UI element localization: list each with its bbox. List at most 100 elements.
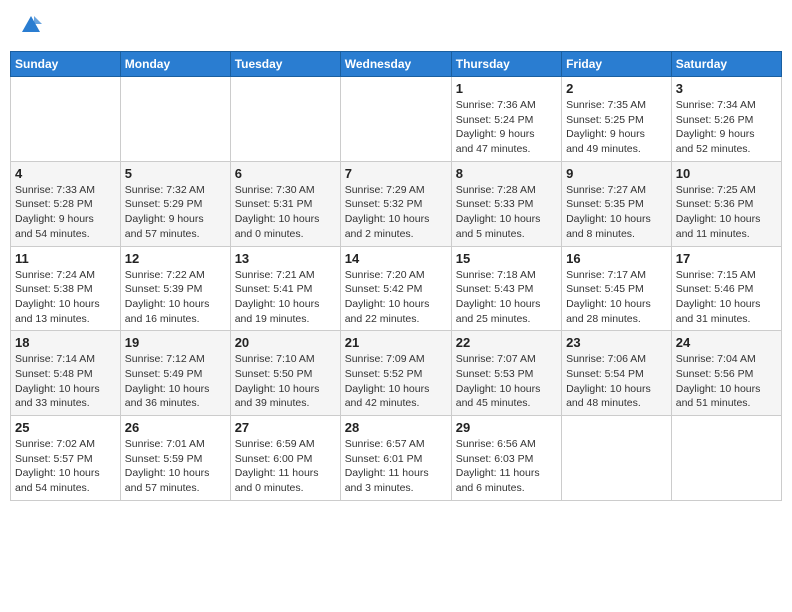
day-number: 3 — [676, 81, 777, 96]
calendar-cell: 16 Sunrise: 7:17 AM Sunset: 5:45 PM Dayli… — [562, 246, 672, 331]
calendar-cell: 19 Sunrise: 7:12 AM Sunset: 5:49 PM Dayli… — [120, 331, 230, 416]
calendar-cell — [120, 77, 230, 162]
calendar-cell: 9 Sunrise: 7:27 AM Sunset: 5:35 PM Daylig… — [562, 161, 672, 246]
calendar-cell: 18 Sunrise: 7:14 AM Sunset: 5:48 PM Dayli… — [11, 331, 121, 416]
day-number: 7 — [345, 166, 447, 181]
calendar-cell — [11, 77, 121, 162]
day-info: Sunrise: 7:18 AM Sunset: 5:43 PM Dayligh… — [456, 268, 557, 327]
day-info: Sunrise: 7:30 AM Sunset: 5:31 PM Dayligh… — [235, 183, 336, 242]
day-number: 18 — [15, 335, 116, 350]
day-info: Sunrise: 7:22 AM Sunset: 5:39 PM Dayligh… — [125, 268, 226, 327]
day-info: Sunrise: 7:09 AM Sunset: 5:52 PM Dayligh… — [345, 352, 447, 411]
weekday-header-friday: Friday — [562, 52, 672, 77]
day-info: Sunrise: 7:12 AM Sunset: 5:49 PM Dayligh… — [125, 352, 226, 411]
day-info: Sunrise: 7:24 AM Sunset: 5:38 PM Dayligh… — [15, 268, 116, 327]
day-number: 4 — [15, 166, 116, 181]
calendar-cell: 11 Sunrise: 7:24 AM Sunset: 5:38 PM Dayli… — [11, 246, 121, 331]
day-number: 1 — [456, 81, 557, 96]
day-info: Sunrise: 7:33 AM Sunset: 5:28 PM Dayligh… — [15, 183, 116, 242]
calendar-cell — [230, 77, 340, 162]
day-number: 5 — [125, 166, 226, 181]
day-info: Sunrise: 7:10 AM Sunset: 5:50 PM Dayligh… — [235, 352, 336, 411]
day-number: 16 — [566, 251, 667, 266]
day-info: Sunrise: 7:15 AM Sunset: 5:46 PM Dayligh… — [676, 268, 777, 327]
logo — [18, 14, 44, 41]
calendar-cell — [671, 416, 781, 501]
day-number: 12 — [125, 251, 226, 266]
calendar-cell: 28 Sunrise: 6:57 AM Sunset: 6:01 PM Dayli… — [340, 416, 451, 501]
day-info: Sunrise: 7:25 AM Sunset: 5:36 PM Dayligh… — [676, 183, 777, 242]
day-number: 2 — [566, 81, 667, 96]
day-info: Sunrise: 7:20 AM Sunset: 5:42 PM Dayligh… — [345, 268, 447, 327]
day-number: 26 — [125, 420, 226, 435]
calendar-cell: 27Sunrise: 6:59 AM Sunset: 6:00 PM Dayli… — [230, 416, 340, 501]
day-number: 11 — [15, 251, 116, 266]
calendar-cell: 29 Sunrise: 6:56 AM Sunset: 6:03 PM Dayli… — [451, 416, 561, 501]
weekday-header-monday: Monday — [120, 52, 230, 77]
day-number: 14 — [345, 251, 447, 266]
day-info: Sunrise: 7:04 AM Sunset: 5:56 PM Dayligh… — [676, 352, 777, 411]
day-info: Sunrise: 7:35 AM Sunset: 5:25 PM Dayligh… — [566, 98, 667, 157]
calendar-cell: 8 Sunrise: 7:28 AM Sunset: 5:33 PM Daylig… — [451, 161, 561, 246]
calendar: SundayMondayTuesdayWednesdayThursdayFrid… — [10, 51, 782, 501]
calendar-cell: 7 Sunrise: 7:29 AM Sunset: 5:32 PM Daylig… — [340, 161, 451, 246]
weekday-header-sunday: Sunday — [11, 52, 121, 77]
day-info: Sunrise: 7:27 AM Sunset: 5:35 PM Dayligh… — [566, 183, 667, 242]
day-info: Sunrise: 7:02 AM Sunset: 5:57 PM Dayligh… — [15, 437, 116, 496]
weekday-header-tuesday: Tuesday — [230, 52, 340, 77]
calendar-cell: 24 Sunrise: 7:04 AM Sunset: 5:56 PM Dayli… — [671, 331, 781, 416]
calendar-cell — [340, 77, 451, 162]
day-info: Sunrise: 7:28 AM Sunset: 5:33 PM Dayligh… — [456, 183, 557, 242]
day-info: Sunrise: 7:36 AM Sunset: 5:24 PM Dayligh… — [456, 98, 557, 157]
day-info: Sunrise: 7:32 AM Sunset: 5:29 PM Dayligh… — [125, 183, 226, 242]
day-info: Sunrise: 6:56 AM Sunset: 6:03 PM Dayligh… — [456, 437, 557, 496]
day-number: 24 — [676, 335, 777, 350]
calendar-cell: 14 Sunrise: 7:20 AM Sunset: 5:42 PM Dayli… — [340, 246, 451, 331]
day-number: 17 — [676, 251, 777, 266]
day-info: Sunrise: 7:17 AM Sunset: 5:45 PM Dayligh… — [566, 268, 667, 327]
calendar-cell: 23 Sunrise: 7:06 AM Sunset: 5:54 PM Dayli… — [562, 331, 672, 416]
calendar-cell: 2 Sunrise: 7:35 AM Sunset: 5:25 PM Daylig… — [562, 77, 672, 162]
day-number: 10 — [676, 166, 777, 181]
day-number: 13 — [235, 251, 336, 266]
calendar-cell: 4 Sunrise: 7:33 AM Sunset: 5:28 PM Daylig… — [11, 161, 121, 246]
day-number: 22 — [456, 335, 557, 350]
day-info: Sunrise: 7:14 AM Sunset: 5:48 PM Dayligh… — [15, 352, 116, 411]
calendar-cell: 17 Sunrise: 7:15 AM Sunset: 5:46 PM Dayli… — [671, 246, 781, 331]
weekday-header-thursday: Thursday — [451, 52, 561, 77]
day-info: Sunrise: 7:29 AM Sunset: 5:32 PM Dayligh… — [345, 183, 447, 242]
weekday-header-wednesday: Wednesday — [340, 52, 451, 77]
day-info: Sunrise: 7:07 AM Sunset: 5:53 PM Dayligh… — [456, 352, 557, 411]
day-info: Sunrise: 7:21 AM Sunset: 5:41 PM Dayligh… — [235, 268, 336, 327]
day-number: 28 — [345, 420, 447, 435]
calendar-cell: 1 Sunrise: 7:36 AM Sunset: 5:24 PM Daylig… — [451, 77, 561, 162]
calendar-cell — [562, 416, 672, 501]
calendar-cell: 15 Sunrise: 7:18 AM Sunset: 5:43 PM Dayli… — [451, 246, 561, 331]
calendar-cell: 13 Sunrise: 7:21 AM Sunset: 5:41 PM Dayli… — [230, 246, 340, 331]
calendar-cell: 20 Sunrise: 7:10 AM Sunset: 5:50 PM Dayli… — [230, 331, 340, 416]
calendar-cell: 6Sunrise: 7:30 AM Sunset: 5:31 PM Daylig… — [230, 161, 340, 246]
day-number: 29 — [456, 420, 557, 435]
day-number: 21 — [345, 335, 447, 350]
day-number: 8 — [456, 166, 557, 181]
day-info: Sunrise: 6:57 AM Sunset: 6:01 PM Dayligh… — [345, 437, 447, 496]
day-number: 15 — [456, 251, 557, 266]
day-info: Sunrise: 7:01 AM Sunset: 5:59 PM Dayligh… — [125, 437, 226, 496]
day-number: 19 — [125, 335, 226, 350]
calendar-cell: 25 Sunrise: 7:02 AM Sunset: 5:57 PM Dayli… — [11, 416, 121, 501]
day-number: 25 — [15, 420, 116, 435]
calendar-cell: 5 Sunrise: 7:32 AM Sunset: 5:29 PM Daylig… — [120, 161, 230, 246]
day-number: 27 — [235, 420, 336, 435]
day-number: 23 — [566, 335, 667, 350]
calendar-cell: 3 Sunrise: 7:34 AM Sunset: 5:26 PM Daylig… — [671, 77, 781, 162]
day-info: Sunrise: 7:34 AM Sunset: 5:26 PM Dayligh… — [676, 98, 777, 157]
weekday-header-saturday: Saturday — [671, 52, 781, 77]
day-info: Sunrise: 7:06 AM Sunset: 5:54 PM Dayligh… — [566, 352, 667, 411]
calendar-cell: 26 Sunrise: 7:01 AM Sunset: 5:59 PM Dayli… — [120, 416, 230, 501]
calendar-cell: 22 Sunrise: 7:07 AM Sunset: 5:53 PM Dayli… — [451, 331, 561, 416]
logo-icon — [20, 14, 42, 36]
calendar-cell: 21 Sunrise: 7:09 AM Sunset: 5:52 PM Dayli… — [340, 331, 451, 416]
day-number: 20 — [235, 335, 336, 350]
header — [10, 10, 782, 45]
day-number: 9 — [566, 166, 667, 181]
